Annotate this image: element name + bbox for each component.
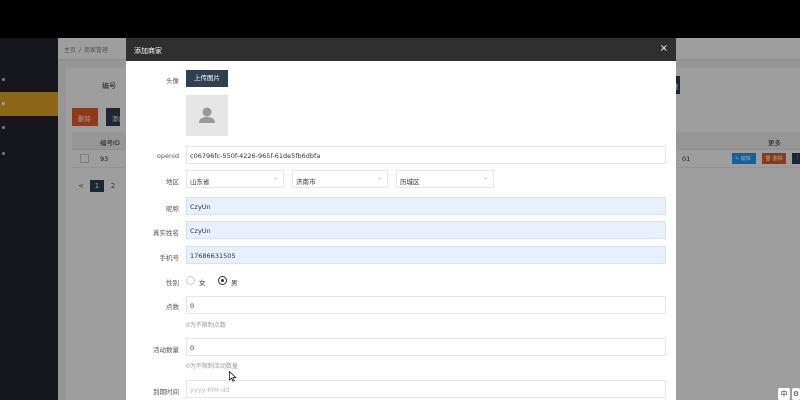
phone-field[interactable]: 17686631505 [186,246,666,264]
mouse-cursor-icon [229,371,237,382]
region-label: 地区 [166,178,179,186]
province-value: 山东省 [190,178,210,186]
user-icon [199,107,215,123]
city-select[interactable]: 济南市 ⌄ [292,170,388,188]
gender-female-label[interactable]: 女 [199,277,206,287]
openid-field[interactable]: c06796fc-550f-4226-965f-61de5fb6dbfa [186,146,666,164]
chevron-down-icon: ⌄ [482,174,488,181]
realname-field[interactable]: CzyUn [186,221,666,239]
nickname-field[interactable]: CzyUn [186,197,666,215]
gender-male-label[interactable]: 男 [231,277,238,287]
chevron-down-icon: ⌄ [376,174,382,181]
district-select[interactable]: 历城区 ⌄ [396,170,494,188]
district-value: 历城区 [400,178,420,186]
points-field[interactable]: 0 [186,296,666,314]
gender-female-radio[interactable] [186,276,195,285]
dialog-header: 添加商家 × [126,38,676,61]
province-select[interactable]: 山东省 ⌄ [186,170,284,188]
city-value: 济南市 [296,178,316,186]
expire-date-placeholder: yyyy-MM-dd [190,386,230,394]
avatar-placeholder [186,95,228,136]
activity-count-field[interactable]: 0 [186,338,666,356]
realname-label: 真实姓名 [153,229,179,237]
activity-count-label: 活动数量 [153,346,179,354]
nickname-label: 昵称 [166,205,179,213]
close-icon[interactable]: × [660,43,668,55]
add-merchant-dialog: 添加商家 × 头像 上传图片 openid c06796fc-550f-4226… [126,38,676,400]
dialog-title: 添加商家 [134,47,162,55]
phone-label: 手机号 [159,254,180,262]
points-hint: 0为不限制点数 [186,322,226,329]
openid-label: openid [156,152,179,160]
gender-male-radio[interactable] [218,276,227,285]
upload-image-button[interactable]: 上传图片 [186,70,228,87]
settings-icon[interactable]: ⚙ [792,388,800,400]
language-icon[interactable]: 中 [778,388,790,400]
expire-date-field[interactable]: yyyy-MM-dd [186,380,666,398]
points-label: 点数 [166,303,179,311]
expire-date-label: 到期时间 [153,388,179,396]
avatar-label: 头像 [166,77,179,85]
chevron-down-icon: ⌄ [272,174,278,181]
activity-count-hint: 0为不限制活动数量 [186,363,238,370]
gender-label: 性别 [166,279,179,287]
